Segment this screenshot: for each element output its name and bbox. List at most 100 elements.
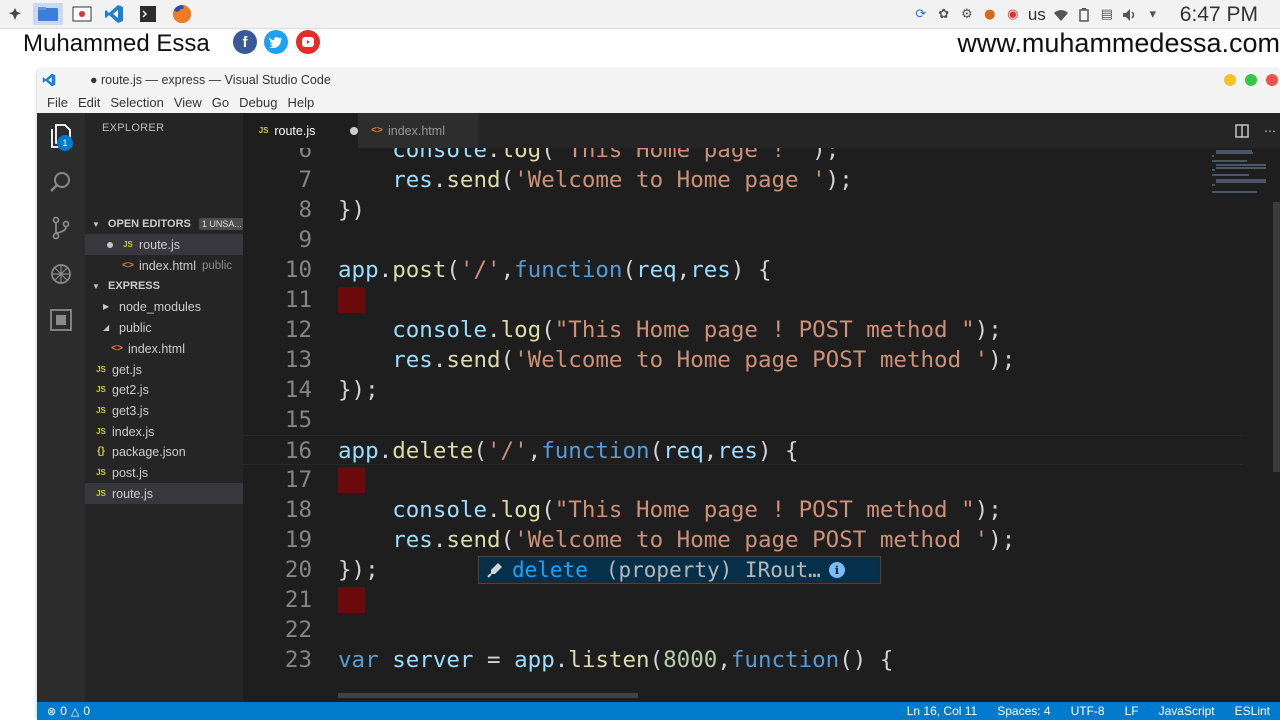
open-editors-header[interactable]: ▼ OPEN EDITORS 1 UNSA...: [85, 214, 243, 234]
network-manager-icon[interactable]: ✿: [936, 7, 952, 23]
file-index-js[interactable]: JS index.js: [85, 421, 243, 442]
clipboard-icon[interactable]: ▤: [1099, 7, 1115, 23]
screen-recorder-launcher-icon[interactable]: [68, 3, 96, 25]
volume-icon[interactable]: [1122, 7, 1138, 23]
unsaved-dot-icon[interactable]: [350, 126, 358, 135]
file-route-js[interactable]: JS route.js: [85, 483, 243, 504]
open-editor-item[interactable]: <> index.html public: [85, 255, 243, 276]
code-line[interactable]: 23 var server = app.listen(8000,function(…: [243, 645, 1243, 675]
minimize-button[interactable]: [1224, 74, 1236, 86]
debug-icon[interactable]: [49, 262, 73, 286]
code-line[interactable]: 9: [243, 225, 1243, 255]
horizontal-scrollbar[interactable]: [338, 693, 638, 698]
close-button[interactable]: [1266, 74, 1278, 86]
file-package-json[interactable]: {} package.json: [85, 441, 243, 462]
more-actions-icon[interactable]: ⋯: [1262, 123, 1278, 139]
open-editor-item[interactable]: JS route.js: [85, 234, 243, 255]
code-line[interactable]: 13 res.send('Welcome to Home page POST m…: [243, 345, 1243, 375]
indentation[interactable]: Spaces: 4: [997, 704, 1050, 718]
tab-label: route.js: [274, 123, 316, 138]
menu-selection[interactable]: Selection: [105, 95, 168, 110]
language-mode[interactable]: JavaScript: [1159, 704, 1215, 718]
youtube-icon: [296, 30, 320, 54]
file-get-js[interactable]: JS get.js: [85, 359, 243, 380]
code-line[interactable]: 17: [243, 465, 1243, 495]
line-text: var server = app.listen(8000,function() …: [338, 647, 894, 673]
info-icon[interactable]: i: [828, 562, 845, 578]
code-line[interactable]: 11: [243, 285, 1243, 315]
end-of-line[interactable]: LF: [1125, 704, 1139, 718]
minimap-line: [1212, 154, 1215, 157]
tab-label: index.html: [388, 123, 445, 138]
code-editor[interactable]: 6 console.log("This Home page ! "); 7 res…: [243, 148, 1280, 702]
code-line[interactable]: 6 console.log("This Home page ! ");: [243, 148, 1243, 165]
folder-node-modules[interactable]: ▶ node_modules: [85, 296, 243, 317]
sidebar-title: EXPLORER: [102, 122, 165, 134]
line-text: });: [338, 557, 379, 583]
code-line[interactable]: 12 console.log("This Home page ! POST me…: [243, 315, 1243, 345]
trailing-whitespace-marker: [338, 287, 365, 313]
app-indicator-icon[interactable]: ●: [982, 7, 998, 23]
terminal-launcher-icon[interactable]: [134, 3, 162, 25]
app-menu-icon[interactable]: [4, 3, 26, 25]
tree-item-label: get3.js: [112, 403, 149, 418]
file-get2-js[interactable]: JS get2.js: [85, 379, 243, 400]
tree-item-label: route.js: [112, 486, 153, 501]
code-line[interactable]: 16 app.delete('/',function(req,res) {: [243, 435, 1243, 465]
folder-public[interactable]: ◢ public: [85, 317, 243, 338]
code-line[interactable]: 18 console.log("This Home page ! POST me…: [243, 495, 1243, 525]
file-post-js[interactable]: JS post.js: [85, 462, 243, 483]
source-control-icon[interactable]: [49, 216, 73, 240]
wifi-icon[interactable]: [1053, 7, 1069, 23]
split-editor-icon[interactable]: [1234, 123, 1250, 139]
file-get3-js[interactable]: JS get3.js: [85, 400, 243, 421]
html-file-icon: <>: [111, 343, 123, 354]
code-line[interactable]: 10 app.post('/',function(req,res) {: [243, 255, 1243, 285]
keyboard-layout-indicator[interactable]: us: [1028, 5, 1046, 25]
menu-file[interactable]: File: [42, 95, 73, 110]
tab-route-js[interactable]: JS route.js: [243, 113, 358, 148]
search-icon[interactable]: [49, 170, 73, 194]
minimap-line: [1216, 181, 1266, 184]
title-bar[interactable]: ● route.js — express — Visual Studio Cod…: [37, 69, 1280, 91]
vscode-launcher-icon[interactable]: [101, 3, 127, 25]
menu-view[interactable]: View: [169, 95, 207, 110]
tray-dropdown-icon[interactable]: ▾: [1145, 7, 1161, 23]
code-line[interactable]: 22: [243, 615, 1243, 645]
minimap-line: [1212, 169, 1216, 172]
maximize-button[interactable]: [1245, 74, 1257, 86]
encoding[interactable]: UTF-8: [1071, 704, 1105, 718]
menu-edit[interactable]: Edit: [73, 95, 105, 110]
code-line[interactable]: 7 res.send('Welcome to Home page ');: [243, 165, 1243, 195]
file-public-index-html[interactable]: <> index.html: [85, 338, 243, 359]
menu-help[interactable]: Help: [282, 95, 319, 110]
suggestion-item[interactable]: delete (property) IRout… i: [480, 558, 879, 582]
code-line[interactable]: 15: [243, 405, 1243, 435]
sync-icon[interactable]: ⟳: [913, 7, 929, 23]
tab-index-html[interactable]: <> index.html: [358, 113, 478, 148]
settings-icon[interactable]: ⚙: [959, 7, 975, 23]
project-folder-header[interactable]: ▼ EXPRESS: [85, 276, 243, 296]
linter-status[interactable]: ESLint: [1235, 704, 1270, 718]
cursor-position[interactable]: Ln 16, Col 11: [907, 704, 978, 718]
code-line[interactable]: 8}): [243, 195, 1243, 225]
code-line[interactable]: 21: [243, 585, 1243, 615]
tree-item-label: index.html: [128, 341, 185, 356]
firefox-launcher-icon[interactable]: [167, 3, 197, 25]
menu-debug[interactable]: Debug: [234, 95, 282, 110]
minimap[interactable]: [1210, 148, 1280, 702]
file-manager-launcher-icon[interactable]: [33, 3, 63, 25]
menu-go[interactable]: Go: [207, 95, 234, 110]
editor-tab-bar: JS route.js <> index.html ⋯: [243, 113, 1280, 148]
battery-icon[interactable]: [1076, 7, 1092, 23]
vertical-scrollbar[interactable]: [1273, 202, 1280, 472]
record-indicator-icon[interactable]: ◉: [1005, 7, 1021, 23]
problems-indicator[interactable]: ⊗ 0 △ 0: [47, 704, 90, 718]
clock[interactable]: 6:47 PM: [1180, 3, 1258, 27]
code-line[interactable]: 14});: [243, 375, 1243, 405]
extensions-icon[interactable]: [49, 308, 73, 332]
suggestion-widget[interactable]: delete (property) IRout… i: [478, 556, 881, 584]
line-text: app.delete('/',function(req,res) {: [338, 438, 799, 464]
code-line[interactable]: 19 res.send('Welcome to Home page POST m…: [243, 525, 1243, 555]
js-file-icon: JS: [123, 240, 133, 249]
